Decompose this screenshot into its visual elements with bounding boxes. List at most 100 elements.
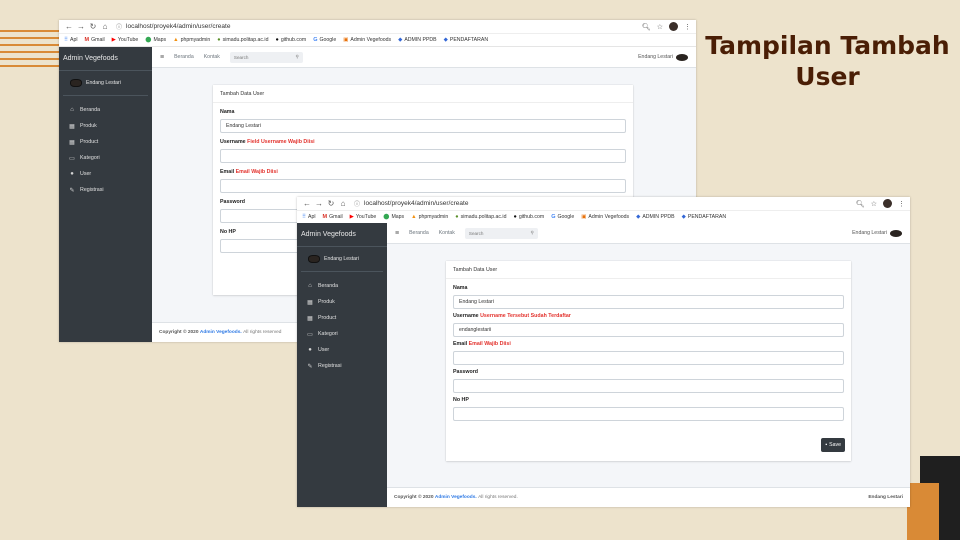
profile-avatar[interactable] (669, 22, 678, 31)
bookmark-apps[interactable]: ⠿ Apl (302, 214, 316, 220)
bookmark-gmail[interactable]: M Gmail (85, 37, 105, 43)
sidebar-item-user[interactable]: ● User (59, 166, 152, 182)
user-panel[interactable]: Endang Lestari (63, 71, 148, 96)
bookmark-github[interactable]: ● github.com (513, 214, 544, 220)
bookmark-maps[interactable]: ⬤ Maps (145, 37, 166, 43)
form-group-nama: Nama Endang Lestari (453, 285, 844, 309)
nohp-field[interactable] (453, 407, 844, 421)
footer-link[interactable]: Admin Vegefoods. (435, 495, 477, 500)
main-area: ≡ Beranda Kontak Search ⚲ Endang Lestari … (387, 223, 910, 507)
sidebar-menu: ⌂ Beranda ▦ Produk ▦ Product ▭ Kategori ● Use… (59, 96, 152, 198)
sidebar-item-kategori[interactable]: ▭ Kategori (59, 150, 152, 166)
user-avatar (308, 255, 320, 263)
nama-field[interactable]: Endang Lestari (453, 295, 844, 309)
sidebar-item-user[interactable]: ● User (297, 342, 387, 358)
bookmark-admin-ppdb[interactable]: ◆ ADMIN PPDB (636, 214, 675, 220)
hamburger-icon[interactable]: ≡ (160, 54, 164, 61)
sidebar-item-beranda[interactable]: ⌂ Beranda (59, 102, 152, 118)
decorative-block-orange (907, 483, 939, 540)
search-icon[interactable]: ⚲ (296, 54, 299, 60)
youtube-icon: ▶ (349, 214, 354, 220)
bookmark-phpmyadmin[interactable]: ▲ phpmyadmin (411, 214, 448, 220)
bookmark-admin-vegefoods[interactable]: ▣ Admin Vegefoods (343, 37, 391, 43)
arrow-right-icon[interactable]: → (314, 199, 324, 208)
reload-icon[interactable]: ↻ (88, 22, 98, 31)
sidebar: Admin Vegefoods Endang Lestari ⌂ Beranda … (59, 47, 152, 342)
nav-link-kontak[interactable]: Kontak (204, 54, 220, 60)
sidebar-item-beranda[interactable]: ⌂ Beranda (297, 278, 387, 294)
search-icon[interactable]: ⚲ (531, 230, 534, 236)
reload-icon[interactable]: ↻ (326, 199, 336, 208)
navbar-avatar (890, 229, 902, 237)
star-icon[interactable]: ☆ (657, 23, 663, 31)
edit-icon: ✎ (307, 363, 313, 370)
profile-avatar[interactable] (883, 199, 892, 208)
bookmark-pendaftaran[interactable]: ◆ PENDAFTARAN (444, 37, 488, 43)
bookmark-apps[interactable]: ⠿ Apl (64, 37, 78, 43)
footer-link[interactable]: Admin Vegefoods. (200, 330, 242, 335)
bookmark-gmail[interactable]: M Gmail (323, 214, 343, 220)
navbar-user[interactable]: Endang Lestari (638, 53, 688, 61)
email-label: Email Email Wajib Diisi (453, 341, 511, 347)
arrow-left-icon[interactable]: ← (64, 22, 74, 31)
bookmark-youtube[interactable]: ▶ YouTube (350, 214, 377, 220)
sidebar-item-produk[interactable]: ▦ Produk (59, 118, 152, 134)
address-bar[interactable]: ⓘ localhost/proyek4/admin/user/create (354, 199, 856, 208)
save-button[interactable]: ▪ Save (821, 438, 845, 452)
sidebar-item-registrasi[interactable]: ✎ Registrasi (59, 182, 152, 198)
bookmark-youtube[interactable]: ▶ YouTube (112, 37, 139, 43)
username-field[interactable]: endanglestarii (453, 323, 844, 337)
username-field[interactable] (220, 149, 626, 163)
more-menu-icon[interactable]: ⋮ (898, 200, 905, 208)
navbar-user[interactable]: Endang Lestari (852, 229, 902, 237)
bookmark-phpmyadmin[interactable]: ▲ phpmyadmin (173, 37, 210, 43)
info-icon[interactable]: ⓘ (116, 22, 122, 31)
footer-copyright: Copyright © 2020 (394, 495, 434, 500)
search-input[interactable]: Search ⚲ (464, 227, 538, 239)
info-icon[interactable]: ⓘ (354, 199, 360, 208)
bookmark-admin-ppdb[interactable]: ◆ ADMIN PPDB (398, 37, 437, 43)
address-bar[interactable]: ⓘ localhost/proyek4/admin/user/create (116, 22, 642, 31)
more-menu-icon[interactable]: ⋮ (684, 23, 691, 31)
nama-field[interactable]: Endang Lestari (220, 119, 626, 133)
bookmark-simadu[interactable]: ● simadu.politap.ac.id (455, 214, 506, 220)
nav-link-beranda[interactable]: Beranda (174, 54, 194, 60)
home-icon[interactable]: ⌂ (338, 199, 348, 208)
nav-link-kontak[interactable]: Kontak (439, 230, 455, 236)
calendar-icon: ▦ (307, 315, 313, 322)
phpmyadmin-icon: ▲ (173, 37, 179, 43)
sidebar-item-kategori[interactable]: ▭ Kategori (297, 326, 387, 342)
arrow-left-icon[interactable]: ← (302, 199, 312, 208)
user-panel[interactable]: Endang Lestari (301, 247, 383, 272)
bookmark-simadu[interactable]: ● simadu.politap.ac.id (217, 37, 268, 43)
maps-icon: ⬤ (145, 37, 152, 43)
zoom-icon[interactable]: 🔍︎ (856, 200, 865, 208)
bookmark-pendaftaran[interactable]: ◆ PENDAFTARAN (682, 214, 726, 220)
brand-link[interactable]: Admin Vegefoods (297, 223, 387, 247)
search-input[interactable]: Search ⚲ (229, 51, 303, 63)
password-field[interactable] (453, 379, 844, 393)
admin-app: Admin Vegefoods Endang Lestari ⌂ Beranda … (297, 223, 910, 507)
sidebar-item-registrasi[interactable]: ✎ Registrasi (297, 358, 387, 374)
bookmark-maps[interactable]: ⬤ Maps (383, 214, 404, 220)
footer-rights: All rights reserved (243, 330, 282, 335)
user-avatar (70, 79, 82, 87)
bookmark-github[interactable]: ● github.com (275, 37, 306, 43)
sidebar-item-produk[interactable]: ▦ Produk (297, 294, 387, 310)
email-field[interactable] (453, 351, 844, 365)
bookmark-google[interactable]: G Google (551, 214, 574, 220)
nav-link-beranda[interactable]: Beranda (409, 230, 429, 236)
brand-link[interactable]: Admin Vegefoods (59, 47, 152, 71)
bookmark-admin-vegefoods[interactable]: ▣ Admin Vegefoods (581, 214, 629, 220)
email-field[interactable] (220, 179, 626, 193)
zoom-icon[interactable]: 🔍︎ (642, 23, 651, 31)
home-icon[interactable]: ⌂ (100, 22, 110, 31)
star-icon[interactable]: ☆ (871, 200, 877, 208)
ppdb-icon: ◆ (636, 214, 641, 220)
footer: Copyright © 2020 Admin Vegefoods. All ri… (387, 487, 910, 507)
bookmark-google[interactable]: G Google (313, 37, 336, 43)
sidebar-item-product[interactable]: ▦ Product (297, 310, 387, 326)
sidebar-item-product[interactable]: ▦ Product (59, 134, 152, 150)
hamburger-icon[interactable]: ≡ (395, 230, 399, 237)
arrow-right-icon[interactable]: → (76, 22, 86, 31)
